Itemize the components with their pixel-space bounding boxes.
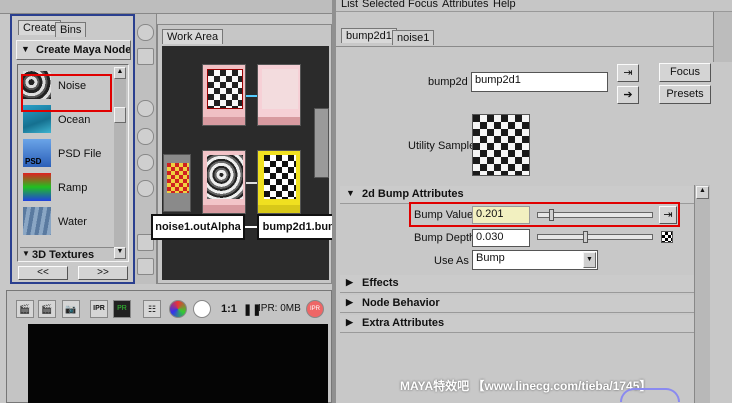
render-region-icon[interactable]: 🎬 xyxy=(38,300,56,318)
side-tool-icon[interactable] xyxy=(137,154,154,171)
section-effects[interactable]: ▶ Effects xyxy=(340,275,694,293)
collapse-arrow-icon: ▼ xyxy=(346,188,355,198)
watermark-logo-icon xyxy=(620,388,680,402)
bump-depth-label: Bump Depth xyxy=(414,232,476,244)
connection-line xyxy=(246,182,257,184)
place2d-swatch-icon xyxy=(167,163,189,193)
pink-swatch-icon xyxy=(262,69,298,109)
tab-noise1[interactable]: noise1 xyxy=(392,30,435,45)
callout-connector xyxy=(245,226,257,228)
ipr-render-icon[interactable]: IPR xyxy=(90,300,108,318)
menu-focus[interactable]: Focus xyxy=(408,0,438,10)
bump-depth-thumb[interactable] xyxy=(583,231,588,243)
list-item[interactable]: Water xyxy=(22,205,112,237)
tab-bins[interactable]: Bins xyxy=(55,22,87,37)
section-node-behavior[interactable]: ▶ Node Behavior xyxy=(340,295,694,313)
tab-bump2d1[interactable]: bump2d1 xyxy=(341,28,397,43)
presets-button[interactable]: Presets xyxy=(659,85,711,104)
psd-swatch-icon: PSD xyxy=(23,139,51,167)
attr-scrollbar[interactable]: ▲ xyxy=(694,185,710,403)
bump-depth-field[interactable]: 0.030 xyxy=(472,229,530,247)
connection-line xyxy=(246,95,257,97)
menu-selected[interactable]: Selected xyxy=(362,0,405,10)
shader-node-cube[interactable] xyxy=(202,64,246,126)
ipr-refresh-icon[interactable]: PR xyxy=(113,300,131,318)
render-clapper-icon[interactable]: 🎬 xyxy=(16,300,34,318)
noise-swatch-icon xyxy=(207,155,243,199)
section-extra-attributes[interactable]: ▶ Extra Attributes xyxy=(340,315,694,333)
callout-source: noise1.outAlpha xyxy=(151,214,245,240)
list-scrollbar[interactable]: ▲ ▼ xyxy=(114,67,126,259)
noise-highlight-box xyxy=(21,74,112,112)
menu-list[interactable]: List xyxy=(341,0,358,10)
collapse-arrow-icon: ▼ xyxy=(22,249,30,258)
ratio-label[interactable]: 1:1 xyxy=(221,303,237,315)
bump-depth-slider[interactable] xyxy=(537,231,653,243)
side-tool-icon[interactable] xyxy=(137,100,154,117)
use-as-select[interactable]: Bump xyxy=(472,250,598,270)
utility-sample-swatch xyxy=(472,114,530,176)
list-section-header[interactable]: ▼ 3D Textures xyxy=(20,247,116,261)
shading-group-node[interactable] xyxy=(314,108,329,178)
top-toolbar-strip xyxy=(0,0,332,14)
side-tool-icon[interactable] xyxy=(137,24,154,41)
expand-arrow-icon: ▶ xyxy=(346,277,353,287)
create-header-label: Create Maya Nodes xyxy=(36,44,130,56)
use-as-label: Use As xyxy=(434,255,469,267)
cube-swatch-icon xyxy=(207,69,243,109)
menu-attributes[interactable]: Attributes xyxy=(442,0,488,10)
scroll-down-icon[interactable]: ▼ xyxy=(114,247,126,259)
side-tool-icon[interactable] xyxy=(137,128,154,145)
scroll-up-icon[interactable]: ▲ xyxy=(114,67,126,79)
render-settings-icon[interactable]: ☷ xyxy=(143,300,161,318)
side-tool-icon[interactable] xyxy=(137,48,154,65)
focus-button[interactable]: Focus xyxy=(659,63,711,82)
expand-arrow-icon: ▶ xyxy=(346,297,353,307)
shader-node-pink[interactable] xyxy=(257,64,301,126)
render-canvas xyxy=(28,324,328,403)
checker-map-icon[interactable] xyxy=(661,231,673,243)
nav-back-button[interactable]: << xyxy=(18,266,68,280)
side-tool-icon[interactable] xyxy=(137,180,154,197)
menu-help[interactable]: Help xyxy=(493,0,516,10)
utility-sample-label: Utility Sample xyxy=(408,140,476,152)
noise-node[interactable] xyxy=(202,150,246,214)
create-header[interactable]: ▼ Create Maya Nodes xyxy=(16,40,131,60)
attr-tab-line xyxy=(336,46,714,47)
color-channels-icon[interactable] xyxy=(169,300,187,318)
nav-forward-button[interactable]: >> xyxy=(78,266,128,280)
bump-value-highlight-box xyxy=(409,202,680,227)
scroll-up-icon[interactable]: ▲ xyxy=(696,186,709,199)
list-item[interactable]: Ramp xyxy=(22,171,112,203)
bump2d-node[interactable] xyxy=(257,150,301,214)
load-node-button[interactable]: ⇥ xyxy=(617,64,639,82)
tab-work-area[interactable]: Work Area xyxy=(162,29,224,44)
snapshot-camera-icon[interactable]: 📷 xyxy=(62,300,80,318)
bump2d-swatch-icon xyxy=(264,155,296,199)
ipr-stop-icon[interactable]: IPR xyxy=(306,300,324,318)
collapse-arrow-icon: ▼ xyxy=(21,44,30,54)
ipr-memory-label: IPR: 0MB xyxy=(258,303,301,314)
output-connection-button[interactable]: ➔ xyxy=(617,86,639,104)
chevron-down-icon[interactable]: ▼ xyxy=(583,252,596,268)
expand-arrow-icon: ▶ xyxy=(346,317,353,327)
side-tool-icon[interactable] xyxy=(137,258,154,275)
ramp-swatch-icon xyxy=(23,173,51,201)
alpha-channel-icon[interactable] xyxy=(193,300,211,318)
scroll-thumb[interactable] xyxy=(114,107,126,123)
attr-scrollbar-top[interactable] xyxy=(713,12,732,62)
water-swatch-icon xyxy=(23,207,51,235)
place2d-node[interactable] xyxy=(163,154,191,212)
watermark: MAYA特效吧 【www.linecg.com/tieba/1745】 xyxy=(400,379,652,393)
node-name-field[interactable]: bump2d1 xyxy=(471,72,608,92)
list-item[interactable]: PSD PSD File xyxy=(22,137,112,169)
node-type-label: bump2d xyxy=(428,76,468,88)
